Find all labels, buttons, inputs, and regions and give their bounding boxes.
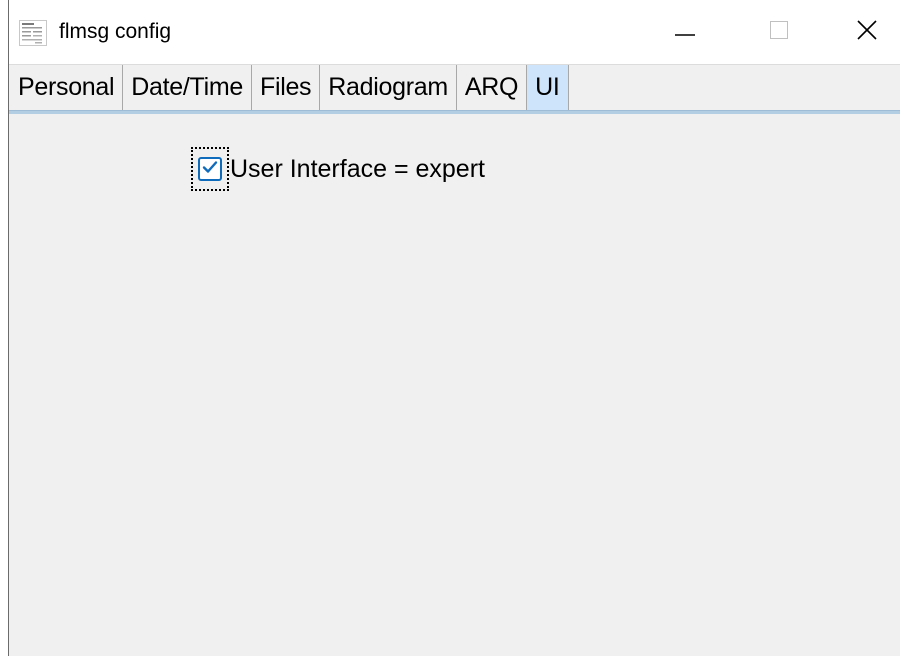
tab-arq[interactable]: ARQ bbox=[457, 65, 528, 110]
expert-ui-checkbox[interactable] bbox=[198, 157, 222, 181]
minimize-icon bbox=[675, 20, 695, 45]
close-icon bbox=[857, 19, 877, 45]
tab-files[interactable]: Files bbox=[252, 65, 321, 110]
minimize-button[interactable] bbox=[639, 0, 731, 64]
title-bar[interactable]: flmsg config bbox=[9, 0, 900, 64]
tab-bar: Personal Date/Time Files Radiogram ARQ U… bbox=[9, 64, 900, 110]
app-icon bbox=[19, 20, 47, 46]
checkmark-icon bbox=[202, 160, 218, 179]
config-window: flmsg config Personal Date/Time Files Ra… bbox=[8, 0, 900, 656]
expert-ui-label[interactable]: User Interface = expert bbox=[230, 154, 485, 184]
window-title: flmsg config bbox=[59, 20, 172, 43]
ui-tab-panel: User Interface = expert bbox=[9, 114, 900, 656]
tab-date-time[interactable]: Date/Time bbox=[123, 65, 252, 110]
maximize-button[interactable] bbox=[733, 0, 825, 64]
checkbox-focus-ring bbox=[191, 147, 229, 191]
tab-ui[interactable]: UI bbox=[527, 65, 569, 110]
maximize-icon bbox=[770, 20, 788, 44]
close-button[interactable] bbox=[821, 0, 900, 64]
expert-ui-option[interactable]: User Interface = expert bbox=[191, 147, 485, 191]
tab-radiogram[interactable]: Radiogram bbox=[320, 65, 457, 110]
tab-list: Personal Date/Time Files Radiogram ARQ U… bbox=[9, 65, 569, 110]
tab-personal[interactable]: Personal bbox=[9, 65, 124, 110]
